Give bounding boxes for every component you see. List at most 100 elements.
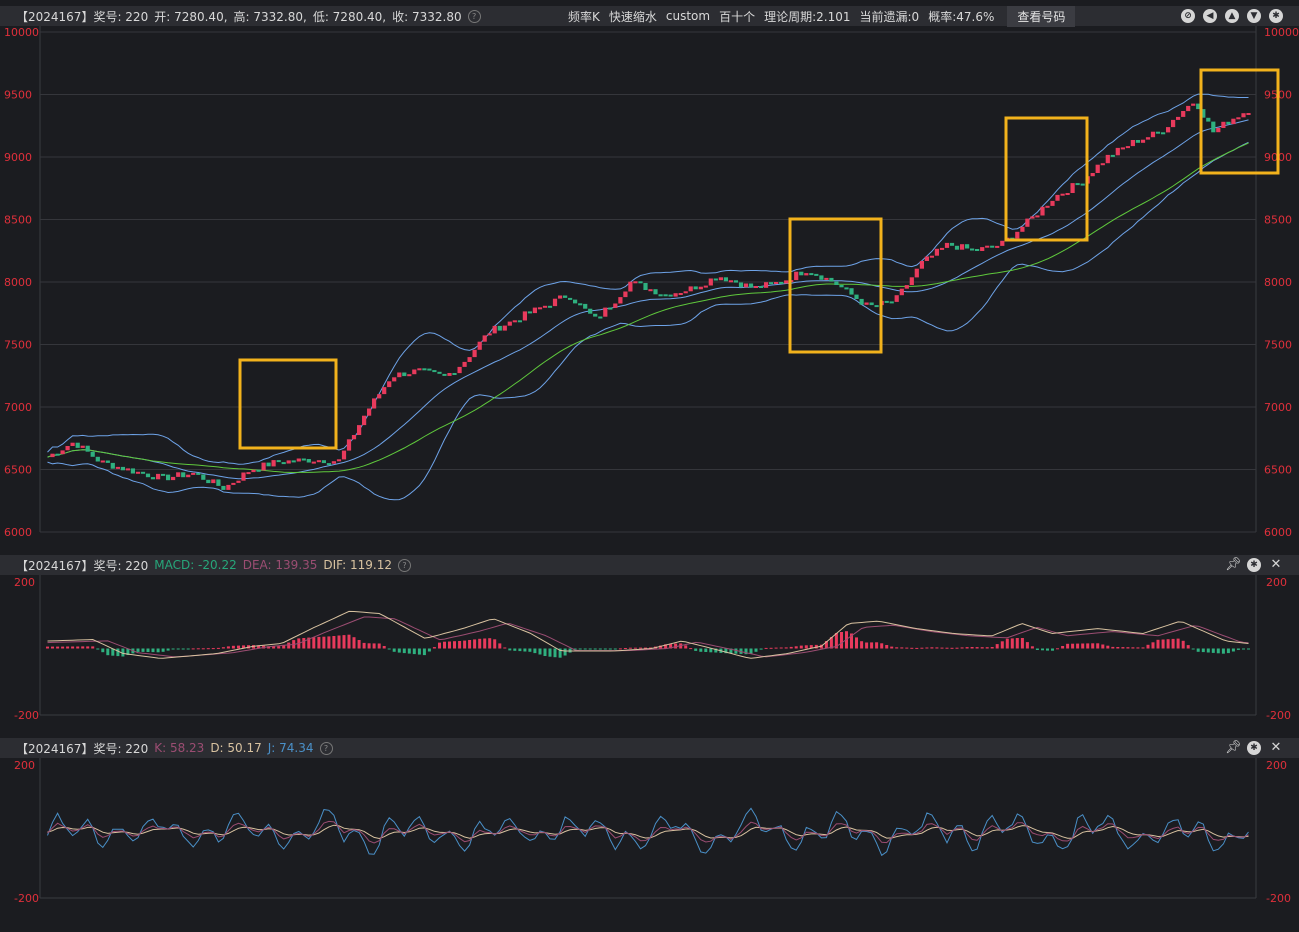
kdj-chart[interactable]: 200 200 -200 -200	[0, 758, 1299, 928]
candle	[336, 459, 342, 462]
candle	[60, 450, 65, 455]
position-label[interactable]: 百十个	[719, 8, 755, 25]
candle	[1191, 103, 1196, 106]
close-icon[interactable]: ✕	[1269, 558, 1283, 572]
arrow-up-icon[interactable]: ▲	[1225, 9, 1239, 23]
candle	[477, 341, 482, 350]
candle	[115, 466, 120, 469]
macd-chart[interactable]: 200 200 -200 -200	[0, 575, 1299, 725]
macd-histogram-bar	[870, 642, 874, 649]
candle	[844, 287, 849, 290]
gear-icon[interactable]: ✱	[1269, 9, 1283, 23]
candle	[613, 303, 618, 308]
kdj-pin-icon[interactable]: 📌︎	[1225, 741, 1242, 755]
macd-histogram-bar	[96, 648, 100, 650]
candle	[140, 471, 146, 474]
candle	[125, 468, 130, 471]
macd-histogram-bar	[553, 648, 557, 658]
macd-help-icon[interactable]: ?	[398, 558, 412, 572]
candle	[331, 461, 336, 464]
macd-histogram-bar	[518, 648, 522, 652]
frequency-k-label[interactable]: 频率K	[568, 8, 600, 25]
candle	[919, 261, 924, 269]
candle	[492, 325, 497, 334]
y-tick-label-right: 10000	[1264, 26, 1299, 39]
check-number-button[interactable]: 查看号码	[1007, 5, 1076, 27]
candle	[1150, 131, 1156, 138]
arrow-down-icon[interactable]: ▼	[1247, 9, 1261, 23]
ma-line	[47, 142, 1249, 474]
candle	[748, 283, 754, 288]
candle	[1015, 231, 1020, 239]
macd-histogram-bar	[417, 648, 421, 655]
macd-histogram-bar	[1010, 638, 1014, 649]
kdj-help-icon[interactable]: ?	[319, 741, 333, 755]
macd-histogram-bar	[458, 641, 462, 649]
macd-histogram-bar	[71, 646, 75, 649]
custom-label[interactable]: custom	[666, 9, 710, 23]
macd-histogram-bar	[1066, 643, 1070, 649]
macd-histogram-bar	[855, 637, 858, 649]
macd-gear-icon[interactable]: ✱	[1247, 558, 1261, 572]
d-value: D: 50.17	[210, 741, 262, 755]
rewind-icon[interactable]: ◀	[1203, 9, 1217, 23]
candle	[980, 247, 985, 251]
y-tick-label-left: 8500	[4, 214, 32, 227]
candle	[387, 381, 392, 388]
macd-histogram-bar	[1216, 648, 1220, 654]
macd-histogram-bar	[367, 643, 371, 649]
candle	[166, 474, 171, 481]
macd-histogram-bar	[1020, 638, 1024, 649]
macd-histogram-bar	[392, 648, 396, 652]
candle	[944, 242, 950, 248]
macd-histogram-bar	[513, 648, 517, 651]
candle	[1100, 163, 1105, 166]
candle	[437, 371, 442, 374]
candle	[1090, 173, 1095, 177]
macd-histogram-bar	[563, 648, 567, 656]
macd-histogram-bar	[226, 646, 230, 649]
macd-histogram-bar	[302, 638, 306, 649]
macd-histogram-bar	[1161, 639, 1165, 649]
candle	[1055, 194, 1060, 201]
candle	[784, 280, 789, 284]
candle	[367, 408, 372, 416]
candle	[1025, 218, 1030, 227]
candle	[512, 320, 517, 323]
candle	[191, 472, 196, 475]
macd-histogram-bar	[578, 648, 582, 650]
fast-shrink-label[interactable]: 快速缩水	[609, 8, 657, 25]
macd-histogram-bar	[885, 645, 889, 649]
main-candlestick-chart[interactable]: 10000 100009500 95009000 90008500 85008000 80…	[0, 26, 1299, 551]
candle	[774, 282, 779, 284]
candle	[457, 366, 462, 374]
kdj-close-icon[interactable]: ✕	[1269, 741, 1283, 755]
macd-histogram-bar	[1096, 643, 1100, 649]
macd-histogram-bar	[583, 648, 587, 650]
candle	[1110, 154, 1115, 157]
macd-histogram-bar	[287, 642, 291, 649]
candle	[472, 349, 477, 358]
macd-histogram-bar	[46, 646, 49, 649]
macd-histogram-bar	[628, 647, 632, 649]
pin-icon[interactable]: 📌︎	[1225, 558, 1242, 572]
compass-icon[interactable]: ⊘	[1181, 9, 1195, 23]
high-value: 高: 7332.80,	[233, 9, 307, 24]
macd-histogram-bar	[900, 647, 904, 649]
macd-histogram-bar	[704, 648, 708, 652]
kdj-gear-icon[interactable]: ✱	[1247, 741, 1261, 755]
candle	[1176, 116, 1181, 120]
candle	[226, 484, 231, 490]
candle	[537, 307, 543, 310]
highlight-box	[788, 217, 883, 354]
candle	[1080, 183, 1085, 186]
j-value: J: 74.34	[267, 741, 314, 755]
help-icon[interactable]: ?	[467, 9, 481, 23]
candle	[70, 442, 75, 446]
candle	[960, 244, 965, 250]
candle	[357, 425, 362, 435]
candle	[95, 456, 100, 462]
candle	[1070, 183, 1075, 193]
candle	[412, 369, 417, 375]
macd-histogram-bar	[930, 647, 934, 649]
